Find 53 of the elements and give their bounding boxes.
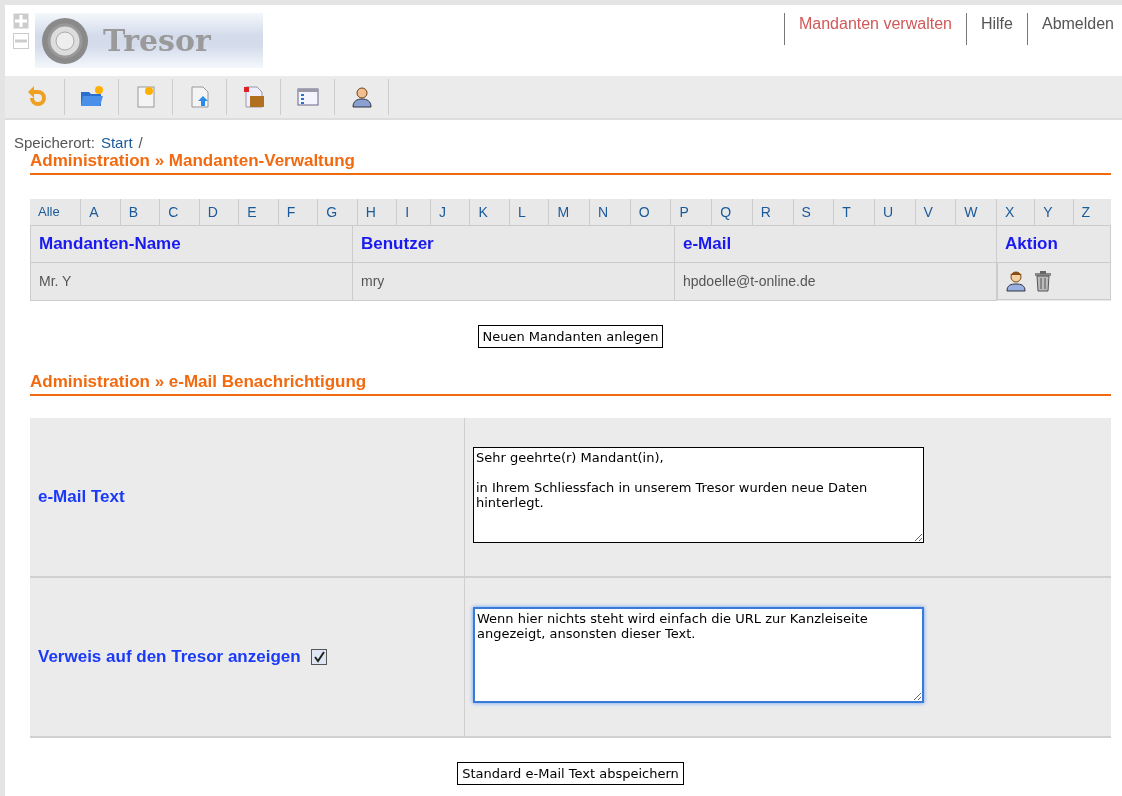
letter-filter-link[interactable]: I	[397, 199, 431, 225]
letter-filter-link[interactable]: J	[430, 199, 471, 225]
letter-filter-link[interactable]: Alle	[30, 199, 82, 225]
letter-filter-link[interactable]: G	[318, 199, 358, 225]
section-title: Administration » Mandanten-Verwaltung	[30, 151, 1111, 175]
letter-filter-link[interactable]: B	[120, 199, 161, 225]
breadcrumb-separator: /	[138, 134, 143, 151]
trash-icon[interactable]	[1034, 270, 1052, 292]
letter-filter-link[interactable]: Z	[1073, 199, 1111, 225]
breadcrumb-label: Speicherort:	[14, 134, 95, 151]
nav-link[interactable]: Abmelden	[1026, 13, 1122, 45]
letter-filter-link[interactable]: M	[549, 199, 591, 225]
column-header: Aktion	[996, 226, 1111, 263]
letter-filter-link[interactable]: L	[509, 199, 550, 225]
letter-filter-link[interactable]: N	[590, 199, 631, 225]
letter-filter-link[interactable]: R	[752, 199, 794, 225]
user-icon[interactable]	[1006, 270, 1026, 292]
column-header: Benutzer	[352, 226, 675, 263]
letter-filter-link[interactable]: S	[793, 199, 835, 225]
table-cell: Mr. Y	[30, 262, 353, 300]
letter-filter-link[interactable]: Y	[1035, 199, 1074, 225]
checkbox[interactable]	[310, 648, 327, 665]
column-header: Mandanten-Name	[30, 226, 353, 263]
letter-filter-link[interactable]: O	[630, 199, 672, 225]
table-cell: hpdoelle@t-online.de	[674, 262, 997, 300]
letter-filter-link[interactable]: C	[160, 199, 200, 225]
letter-filter-link[interactable]: U	[874, 199, 916, 225]
letter-filter-link[interactable]: P	[671, 199, 713, 225]
letter-filter-link[interactable]: T	[834, 199, 875, 225]
letter-filter-link[interactable]: H	[357, 199, 398, 225]
letter-filter-link[interactable]: F	[278, 199, 319, 225]
new-client-button[interactable]: Neuen Mandanten anlegen	[477, 324, 664, 348]
nav-link[interactable]: Mandanten verwalten	[783, 13, 966, 45]
dial-icon	[41, 16, 89, 65]
letter-filter-link[interactable]: W	[956, 199, 997, 225]
letter-filter-link[interactable]: D	[199, 199, 240, 225]
save-button[interactable]: Standard e-Mail Text abspeichern	[457, 761, 684, 785]
letter-filter-link[interactable]: A	[81, 199, 121, 225]
letter-filter-link[interactable]: V	[915, 199, 957, 225]
letter-filter-link[interactable]: X	[997, 199, 1036, 225]
logo-text: Tresor	[103, 23, 211, 58]
table-cell: mry	[352, 262, 675, 300]
breadcrumb-link[interactable]: Start	[100, 134, 133, 151]
field-label: e-Mail Text	[38, 486, 125, 506]
column-header: e-Mail	[674, 226, 997, 263]
field-label: Verweis auf den Tresor anzeigen	[38, 646, 301, 666]
nav-link[interactable]: Hilfe	[965, 13, 1027, 45]
text-area[interactable]: Sehr geehrte(r) Mandant(in), in Ihrem Schliessfach in unserem Tresor wurden neue Daten hinterlegt.	[473, 446, 924, 543]
section-title: Administration » e-Mail Benachrichtigung	[30, 371, 1111, 396]
text-area[interactable]: Wenn hier nichts steht wird einfach die URL zur Kanzleiseite angezeigt, ansonsten dieser Text.	[473, 606, 924, 703]
letter-filter-link[interactable]: Q	[712, 199, 753, 225]
letter-filter-link[interactable]: E	[239, 199, 279, 225]
letter-filter-link[interactable]: K	[470, 199, 510, 225]
